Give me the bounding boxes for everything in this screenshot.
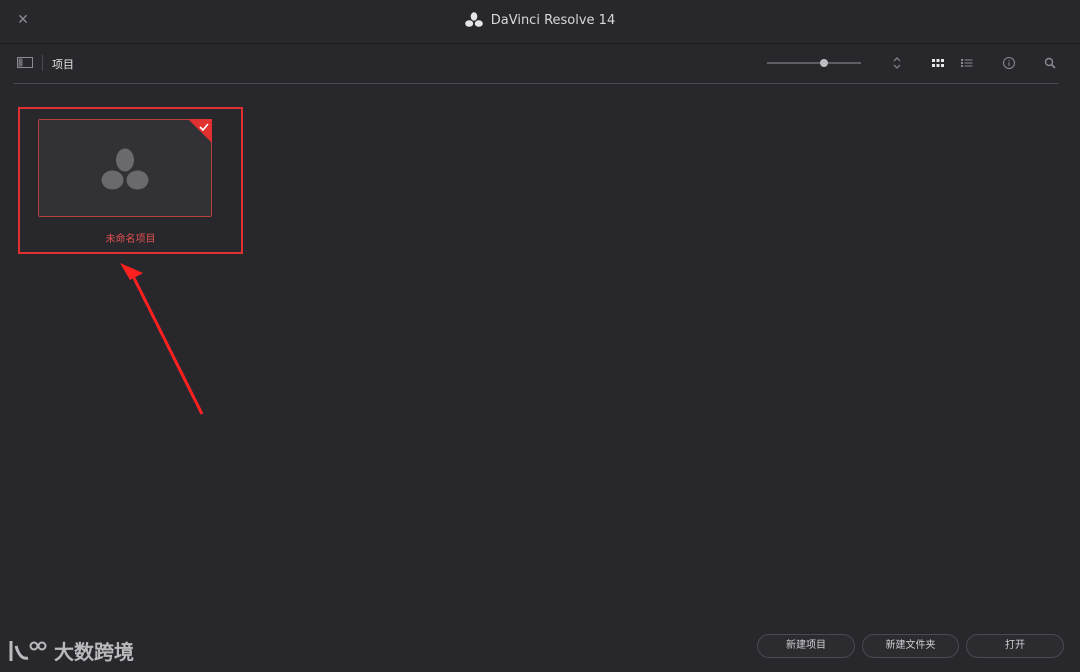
project-card[interactable]: 未命名项目	[18, 107, 243, 254]
watermark-text: 大数跨境	[54, 640, 134, 664]
new-folder-button[interactable]: 新建文件夹	[862, 634, 959, 658]
open-button[interactable]: 打开	[966, 634, 1064, 658]
davinci-logo-icon	[464, 12, 483, 27]
section-label-projects: 项目	[52, 58, 74, 71]
search-icon[interactable]	[1043, 56, 1057, 70]
davinci-logo-icon	[101, 148, 149, 190]
project-browser: 未命名项目	[0, 84, 1080, 624]
title-bar: ✕ DaVinci Resolve 14	[0, 0, 1080, 44]
watermark-logo-icon	[9, 640, 47, 661]
info-icon[interactable]	[1002, 56, 1016, 70]
grid-view-icon[interactable]	[931, 56, 945, 70]
sort-icon[interactable]	[890, 56, 904, 70]
slider-thumb[interactable]	[820, 59, 828, 67]
new-project-button[interactable]: 新建项目	[757, 634, 855, 658]
watermark: 大数跨境	[8, 636, 134, 665]
selected-check-icon	[188, 119, 212, 143]
slider-track	[767, 62, 861, 64]
panel-toggle-icon[interactable]	[17, 57, 33, 68]
window-title: DaVinci Resolve 14	[0, 12, 1080, 28]
project-thumbnail[interactable]	[38, 119, 212, 217]
toolbar: 项目	[14, 44, 1058, 84]
thumbnail-size-slider[interactable]	[767, 57, 861, 69]
toolbar-divider	[42, 55, 43, 71]
window-title-text: DaVinci Resolve 14	[490, 12, 616, 28]
project-name[interactable]: 未命名项目	[20, 230, 241, 245]
list-view-icon[interactable]	[960, 56, 974, 70]
